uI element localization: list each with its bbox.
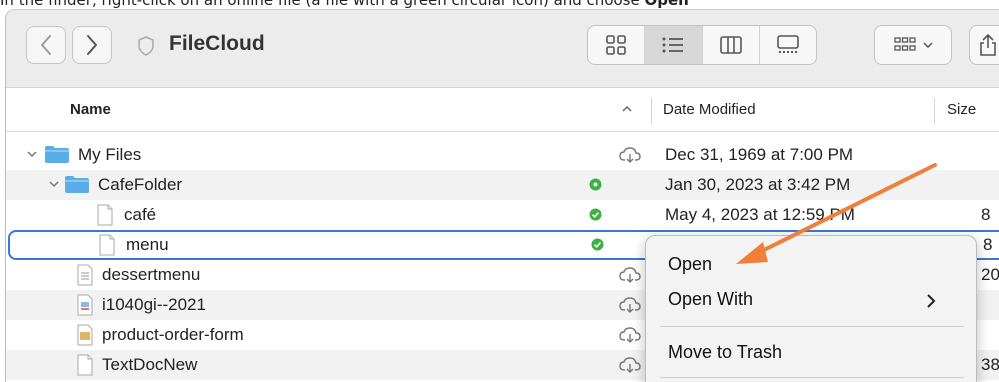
menu-separator bbox=[660, 326, 964, 327]
column-view-button[interactable] bbox=[703, 26, 760, 64]
list-item[interactable]: café May 4, 2023 at 12:59 PM 8 bbox=[6, 200, 999, 230]
window-title: FileCloud bbox=[169, 32, 265, 55]
view-mode-group bbox=[587, 25, 817, 65]
file-name: menu bbox=[126, 235, 169, 254]
grid-icon bbox=[606, 35, 626, 55]
context-menu: Open Open With Move to Trash bbox=[645, 235, 977, 382]
checkmark-icon bbox=[591, 238, 604, 251]
file-date: Dec 31, 1969 at 7:00 PM bbox=[665, 145, 854, 164]
file-size: 20 bbox=[981, 265, 999, 284]
column-header: Name Date Modified Size bbox=[6, 88, 999, 132]
chevron-down-icon bbox=[923, 42, 933, 49]
column-divider[interactable] bbox=[651, 98, 652, 124]
menu-separator bbox=[660, 377, 964, 378]
document-icon bbox=[99, 234, 115, 256]
icon-view-button[interactable] bbox=[588, 26, 646, 64]
menu-item-open[interactable]: Open bbox=[668, 254, 712, 275]
folder-icon bbox=[65, 176, 89, 193]
file-name: My Files bbox=[78, 145, 142, 164]
column-divider[interactable] bbox=[934, 98, 935, 124]
cloud-download-icon bbox=[619, 267, 641, 283]
file-size: 8 bbox=[983, 235, 993, 254]
cloud-download-icon bbox=[619, 357, 641, 373]
folder-icon bbox=[45, 146, 69, 163]
list-view-button[interactable] bbox=[645, 26, 703, 64]
file-name: TextDocNew bbox=[102, 355, 198, 374]
list-item[interactable]: CafeFolder Jan 30, 2023 at 3:42 PM bbox=[6, 170, 999, 200]
form-document-icon bbox=[77, 324, 93, 346]
chevron-right-icon bbox=[87, 35, 97, 55]
menu-item-move-to-trash[interactable]: Move to Trash bbox=[668, 342, 782, 363]
column-date-modified[interactable]: Date Modified bbox=[663, 101, 756, 118]
chevron-down-icon[interactable] bbox=[48, 178, 60, 190]
column-name[interactable]: Name bbox=[70, 101, 111, 118]
file-date: May 4, 2023 at 12:59 PM bbox=[665, 205, 855, 224]
share-button[interactable] bbox=[969, 25, 999, 65]
gallery-icon bbox=[777, 35, 799, 53]
file-name: café bbox=[124, 205, 157, 224]
file-name: i1040gi--2021 bbox=[102, 295, 206, 314]
checkmark-icon bbox=[589, 208, 602, 221]
document-icon bbox=[97, 204, 113, 226]
file-name: product-order-form bbox=[102, 325, 244, 344]
pdf-icon bbox=[77, 294, 93, 316]
toolbar: FileCloud bbox=[6, 10, 999, 88]
file-size: 38 bbox=[981, 355, 999, 374]
back-button[interactable] bbox=[26, 26, 66, 64]
list-item[interactable]: My Files Dec 31, 1969 at 7:00 PM bbox=[6, 140, 999, 170]
cloud-download-icon bbox=[619, 147, 641, 163]
column-size[interactable]: Size bbox=[947, 101, 976, 118]
chevron-down-icon[interactable] bbox=[26, 148, 38, 160]
list-icon bbox=[662, 37, 684, 53]
chevron-left-icon bbox=[41, 35, 51, 55]
text-document-icon bbox=[77, 264, 93, 286]
group-grid-icon bbox=[894, 37, 916, 51]
share-icon bbox=[980, 33, 996, 56]
file-name: dessertmenu bbox=[102, 265, 201, 284]
instruction-prefix: In the finder, right-click on an online … bbox=[0, 0, 645, 9]
file-name: CafeFolder bbox=[98, 175, 183, 194]
file-date: Jan 30, 2023 at 3:42 PM bbox=[665, 175, 851, 194]
document-icon bbox=[77, 354, 93, 376]
chevron-right-icon bbox=[927, 294, 936, 308]
forward-button[interactable] bbox=[72, 26, 112, 64]
group-by-button[interactable] bbox=[874, 25, 952, 65]
gallery-view-button[interactable] bbox=[760, 26, 816, 64]
menu-item-open-with-label: Open With bbox=[668, 289, 754, 309]
cloud-download-icon bbox=[619, 297, 641, 313]
sort-ascending-icon[interactable] bbox=[621, 105, 633, 113]
columns-icon bbox=[719, 36, 742, 54]
syncing-status-icon bbox=[589, 178, 602, 191]
cloud-download-icon bbox=[619, 327, 641, 343]
instruction-text: In the finder, right-click on an online … bbox=[0, 0, 999, 9]
file-size: 8 bbox=[981, 205, 991, 224]
shield-icon bbox=[138, 36, 154, 56]
menu-item-open-with[interactable]: Open With bbox=[668, 289, 958, 310]
instruction-bold: Open bbox=[644, 0, 689, 9]
